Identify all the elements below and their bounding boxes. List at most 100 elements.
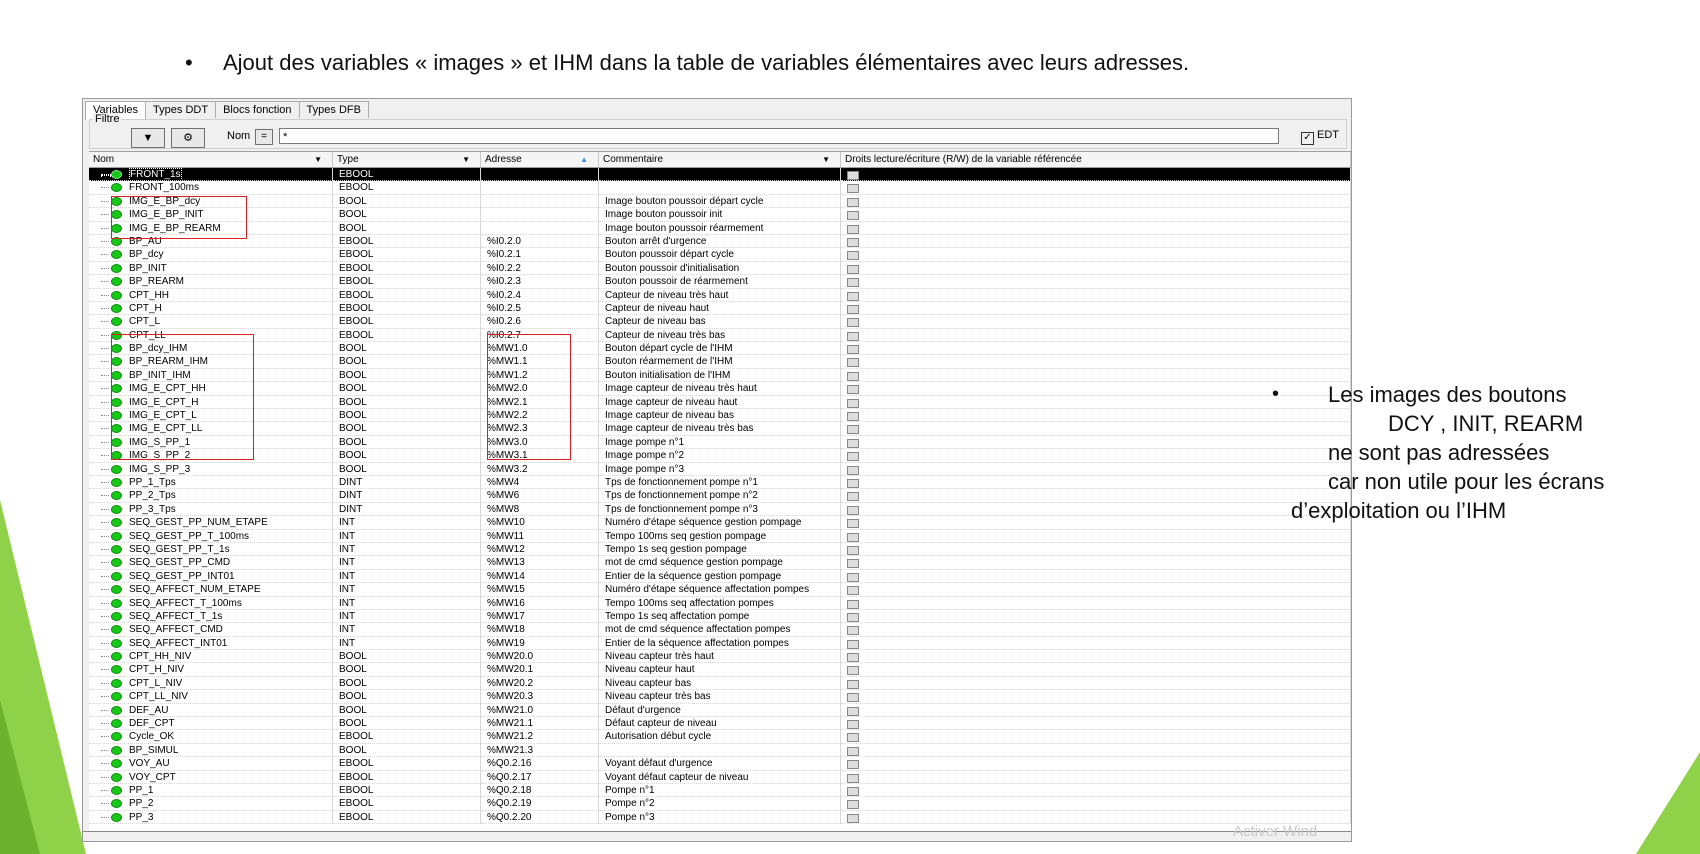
table-row[interactable]: SEQ_AFFECT_CMD INT %MW18 mot de cmd séquenc…	[89, 623, 1351, 637]
cell-name[interactable]: FRONT_1s	[89, 168, 333, 182]
cell-name[interactable]: BP_INIT	[89, 261, 333, 276]
cell-name[interactable]: FRONT_100ms	[89, 181, 333, 195]
cell-type[interactable]: DINT	[333, 502, 481, 517]
cell-name[interactable]: PP_2_Tps	[89, 489, 333, 503]
cell-type[interactable]: INT	[333, 636, 481, 651]
table-row[interactable]: PP_3_Tps DINT %MW8 Tps de fonctionnement po…	[89, 502, 1351, 517]
cell-rw[interactable]	[841, 409, 1351, 423]
cell-comment[interactable]: Image pompe n°1	[599, 435, 841, 450]
rw-button-icon[interactable]	[847, 532, 859, 542]
cell-name[interactable]: PP_1_Tps	[89, 475, 333, 490]
cell-comment[interactable]: mot de cmd séquence affectation pompes	[599, 623, 841, 637]
table-row[interactable]: BP_REARM_IHM BOOL %MW1.1 Bouton réarmement …	[89, 355, 1351, 369]
cell-address[interactable]: %MW21.0	[481, 703, 599, 718]
cell-address[interactable]: %Q0.2.19	[481, 797, 599, 811]
cell-name[interactable]: SEQ_GEST_PP_NUM_ETAPE	[89, 516, 333, 530]
cell-rw[interactable]	[841, 650, 1351, 664]
cell-name[interactable]: IMG_E_BP_dcy	[89, 194, 333, 209]
cell-type[interactable]: EBOOL	[333, 275, 481, 289]
cell-comment[interactable]: Image capteur de niveau très bas	[599, 422, 841, 436]
rw-button-icon[interactable]	[847, 278, 859, 288]
table-row[interactable]: FRONT_1s EBOOL	[89, 168, 1351, 182]
cell-type[interactable]: INT	[333, 529, 481, 543]
rw-button-icon[interactable]	[847, 693, 859, 703]
cell-name[interactable]: PP_2	[89, 797, 333, 811]
cell-name[interactable]: CPT_L	[89, 315, 333, 329]
table-row[interactable]: IMG_E_BP_dcy BOOL Image bouton poussoir dé…	[89, 194, 1351, 209]
table-row[interactable]: IMG_E_CPT_HH BOOL %MW2.0 Image capteur de n…	[89, 382, 1351, 396]
rw-button-icon[interactable]	[847, 184, 859, 194]
cell-type[interactable]: INT	[333, 583, 481, 597]
rw-button-icon[interactable]	[847, 786, 859, 796]
cell-address[interactable]: %I0.2.3	[481, 275, 599, 289]
cell-name[interactable]: IMG_E_CPT_L	[89, 409, 333, 423]
cell-comment[interactable]: Capteur de niveau très haut	[599, 288, 841, 302]
cell-type[interactable]: BOOL	[333, 368, 481, 383]
cell-rw[interactable]	[841, 516, 1351, 530]
cell-address[interactable]: %MW20.3	[481, 690, 599, 704]
rw-button-icon[interactable]	[847, 733, 859, 743]
cell-address[interactable]: %MW2.3	[481, 422, 599, 436]
rw-button-icon[interactable]	[847, 171, 859, 180]
table-row[interactable]: BP_INIT EBOOL %I0.2.2 Bouton poussoir d'ini…	[89, 261, 1351, 276]
cell-name[interactable]: SEQ_GEST_PP_INT01	[89, 569, 333, 584]
cell-address[interactable]: %MW3.2	[481, 462, 599, 476]
cell-comment[interactable]: Image bouton poussoir init	[599, 208, 841, 222]
cell-type[interactable]: EBOOL	[333, 315, 481, 329]
cell-address[interactable]: %MW14	[481, 569, 599, 584]
cell-comment[interactable]: Pompe n°1	[599, 783, 841, 798]
rw-button-icon[interactable]	[847, 264, 859, 274]
cell-type[interactable]: BOOL	[333, 690, 481, 704]
cell-rw[interactable]	[841, 355, 1351, 369]
cell-type[interactable]: EBOOL	[333, 730, 481, 744]
cell-rw[interactable]	[841, 489, 1351, 503]
cell-comment[interactable]: Autorisation début cycle	[599, 730, 841, 744]
table-row[interactable]: VOY_AU EBOOL %Q0.2.16 Voyant défaut d'urgen…	[89, 757, 1351, 771]
cell-address[interactable]: %I0.2.1	[481, 248, 599, 262]
cell-address[interactable]: %MW10	[481, 516, 599, 530]
table-row[interactable]: CPT_LL_NIV BOOL %MW20.3 Niveau capteur très…	[89, 690, 1351, 704]
rw-button-icon[interactable]	[847, 599, 859, 609]
table-row[interactable]: PP_2_Tps DINT %MW6 Tps de fonctionnement po…	[89, 489, 1351, 503]
cell-address[interactable]: %MW1.0	[481, 342, 599, 356]
rw-button-icon[interactable]	[847, 438, 859, 448]
cell-type[interactable]: INT	[333, 556, 481, 570]
cell-comment[interactable]: mot de cmd séquence gestion pompage	[599, 556, 841, 570]
cell-type[interactable]: BOOL	[333, 194, 481, 209]
cell-type[interactable]: BOOL	[333, 676, 481, 691]
cell-comment[interactable]: Défaut d'urgence	[599, 703, 841, 718]
tab-types-dfb[interactable]: Types DFB	[298, 101, 369, 118]
cell-comment[interactable]: Image pompe n°2	[599, 449, 841, 463]
table-row[interactable]: SEQ_AFFECT_T_1s INT %MW17 Tempo 1s seq affe…	[89, 609, 1351, 624]
tab-blocs-fonction[interactable]: Blocs fonction	[215, 101, 300, 118]
tab-types-ddt[interactable]: Types DDT	[145, 101, 217, 118]
cell-name[interactable]: BP_SIMUL	[89, 743, 333, 758]
cell-comment[interactable]: Image capteur de niveau haut	[599, 395, 841, 410]
cell-address[interactable]: %MW20.2	[481, 676, 599, 691]
cell-type[interactable]: BOOL	[333, 422, 481, 436]
cell-rw[interactable]	[841, 275, 1351, 289]
cell-comment[interactable]	[599, 743, 841, 758]
rw-button-icon[interactable]	[847, 746, 859, 756]
cell-rw[interactable]	[841, 583, 1351, 597]
cell-name[interactable]: CPT_H	[89, 301, 333, 316]
cell-name[interactable]: SEQ_GEST_PP_T_100ms	[89, 529, 333, 543]
rw-button-icon[interactable]	[847, 572, 859, 582]
cell-name[interactable]: IMG_E_CPT_LL	[89, 422, 333, 436]
rw-button-icon[interactable]	[847, 612, 859, 622]
cell-name[interactable]: PP_3	[89, 810, 333, 825]
cell-comment[interactable]	[599, 168, 841, 182]
cell-type[interactable]: BOOL	[333, 663, 481, 677]
cell-comment[interactable]: Image capteur de niveau bas	[599, 409, 841, 423]
column-header-rw[interactable]: Droits lecture/écriture (R/W) de la vari…	[841, 152, 1351, 167]
cell-comment[interactable]: Tempo 1s seq gestion pompage	[599, 542, 841, 557]
table-row[interactable]: CPT_H EBOOL %I0.2.5 Capteur de niveau haut	[89, 301, 1351, 316]
table-row[interactable]: BP_REARM EBOOL %I0.2.3 Bouton poussoir de r…	[89, 275, 1351, 289]
cell-address[interactable]: %MW2.0	[481, 382, 599, 396]
table-row[interactable]: SEQ_AFFECT_INT01 INT %MW19 Entier de la séq…	[89, 636, 1351, 651]
cell-comment[interactable]: Image capteur de niveau très haut	[599, 382, 841, 396]
table-row[interactable]: SEQ_GEST_PP_T_100ms INT %MW11 Tempo 100ms s…	[89, 529, 1351, 543]
cell-type[interactable]: BOOL	[333, 435, 481, 450]
table-row[interactable]: IMG_S_PP_3 BOOL %MW3.2 Image pompe n°3	[89, 462, 1351, 476]
table-row[interactable]: Cycle_OK EBOOL %MW21.2 Autorisation début c…	[89, 730, 1351, 744]
